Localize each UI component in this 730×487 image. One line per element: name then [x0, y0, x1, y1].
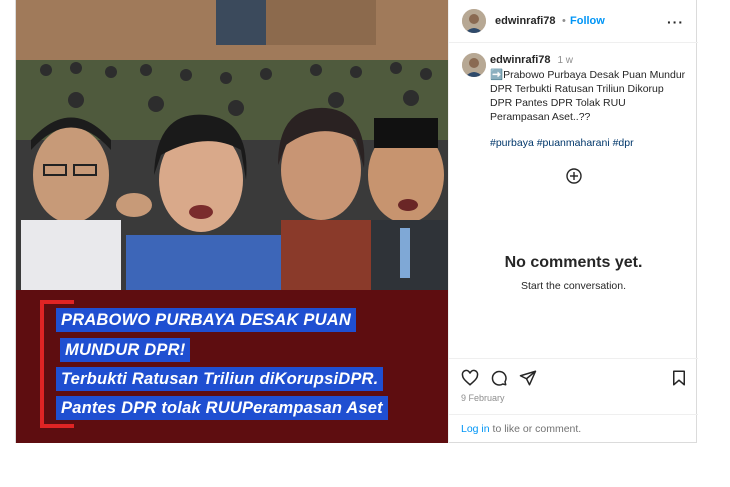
post-image[interactable]: PRABOWO PURBAYA DESAK PUAN MUNDUR DPR! T…: [16, 0, 448, 443]
caption-hashtags[interactable]: #purbaya #puanmaharani #dpr: [490, 136, 686, 150]
share-icon[interactable]: [519, 369, 537, 387]
login-prompt: Log in to like or comment.: [449, 414, 698, 443]
login-prompt-text: to like or comment.: [489, 423, 582, 435]
post-actions: 9 February Log in to like or comment.: [449, 358, 698, 444]
post-side-panel: edwinrafi78 • Follow ··· edwinrafi78 1 w…: [448, 0, 698, 443]
no-comments-subtitle: Start the conversation.: [520, 280, 627, 292]
caption-text: ➡️Prabowo Purbaya Desak Puan Mundur DPR …: [490, 69, 686, 123]
post-photo: [16, 0, 448, 290]
caption-avatar[interactable]: [462, 53, 486, 77]
post-header: edwinrafi78 • Follow ···: [449, 0, 698, 43]
follow-button[interactable]: Follow: [570, 15, 605, 27]
banner-line-1: PRABOWO PURBAYA DESAK PUAN: [56, 308, 356, 332]
post-caption: edwinrafi78 1 w ➡️Prabowo Purbaya Desak …: [490, 53, 686, 150]
add-circle-icon[interactable]: [566, 168, 582, 184]
bookmark-icon[interactable]: [670, 369, 688, 387]
avatar-image: [462, 9, 486, 33]
header-username[interactable]: edwinrafi78: [495, 15, 556, 27]
instagram-post: PRABOWO PURBAYA DESAK PUAN MUNDUR DPR! T…: [15, 0, 698, 443]
more-options-icon[interactable]: ···: [667, 14, 684, 30]
heart-icon[interactable]: [461, 369, 479, 387]
caption-username[interactable]: edwinrafi78: [490, 54, 551, 66]
caption-avatar-image: [462, 53, 486, 77]
banner-line-3: Terbukti Ratusan Triliun diKorupsiDPR.: [56, 367, 384, 391]
login-link[interactable]: Log in: [461, 423, 490, 435]
post-date[interactable]: 9 February: [461, 393, 505, 403]
header-separator: •: [562, 15, 566, 27]
banner-line-4: Pantes DPR tolak RUUPerampasan Aset: [56, 396, 388, 420]
comment-icon[interactable]: [490, 369, 508, 387]
avatar[interactable]: [462, 9, 486, 33]
banner-line-2: MUNDUR DPR!: [60, 338, 191, 362]
caption-time[interactable]: 1 w: [557, 55, 573, 66]
caption-banner: PRABOWO PURBAYA DESAK PUAN MUNDUR DPR! T…: [16, 290, 448, 443]
no-comments-title: No comments yet.: [504, 254, 643, 271]
